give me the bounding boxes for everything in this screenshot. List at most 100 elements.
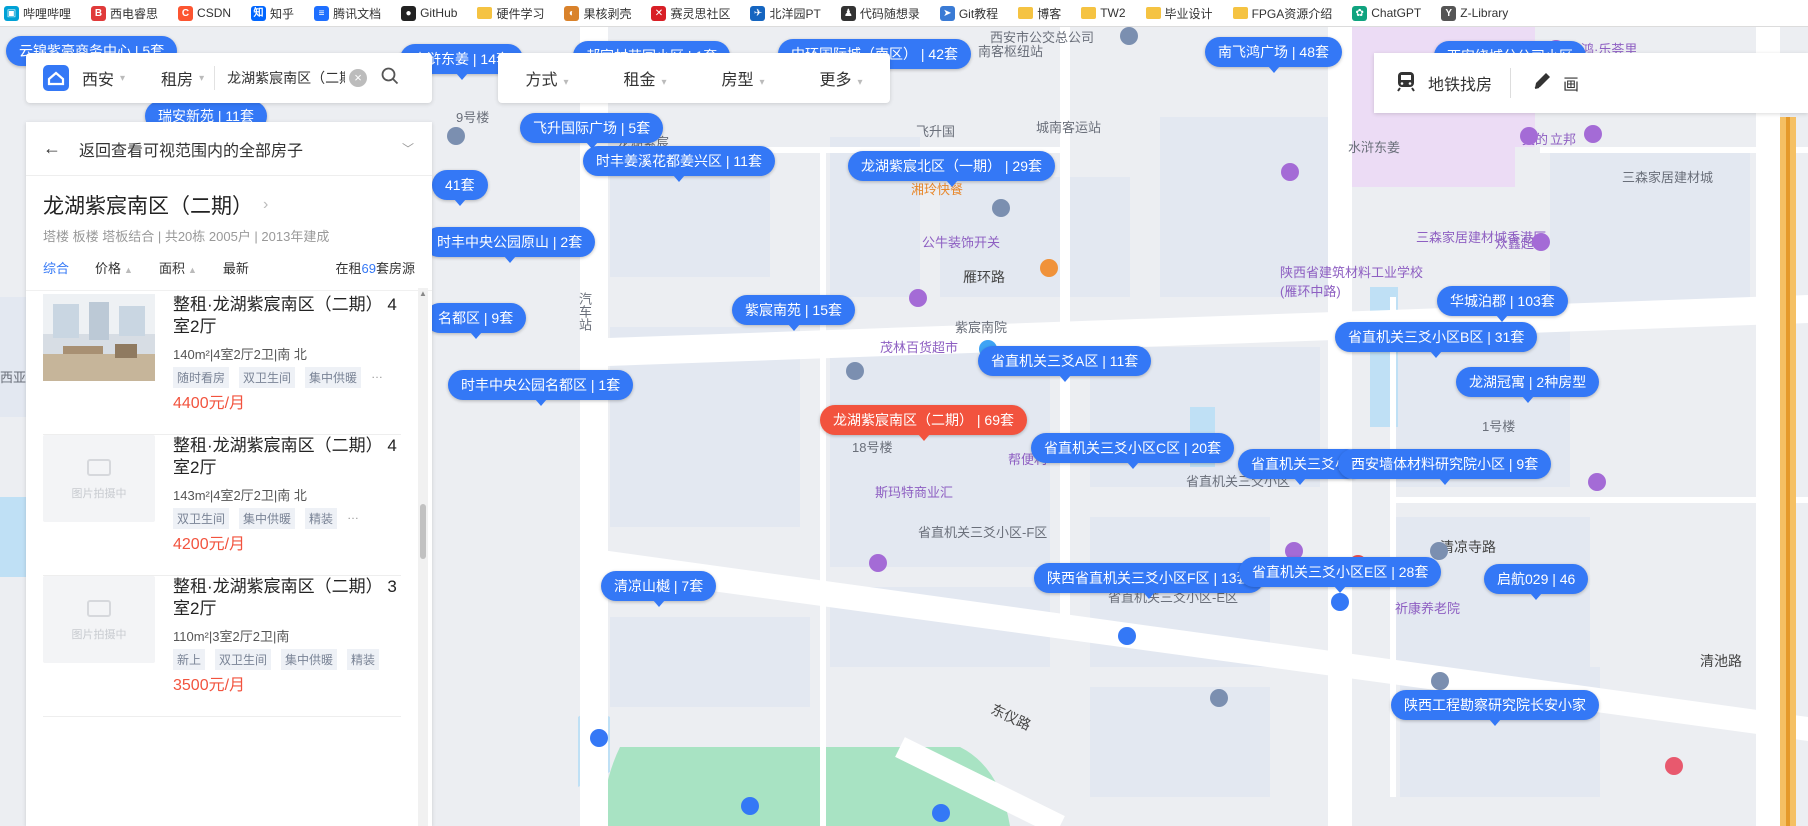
- poi-purple-icon[interactable]: [869, 554, 887, 572]
- listing-card[interactable]: 图片拍摄中 整租·龙湖紫宸南区（二期） 4室2厅 143m²|4室2厅2卫|南 北双…: [43, 435, 401, 576]
- poi-purple-icon[interactable]: [1281, 163, 1299, 181]
- sort-option-2[interactable]: 价格 ▲: [95, 258, 133, 277]
- building-icon[interactable]: [1430, 542, 1448, 560]
- community-marker[interactable]: 华城泊郡 | 103套: [1437, 286, 1568, 322]
- building-icon[interactable]: [1431, 672, 1449, 690]
- community-marker[interactable]: 龙湖冠寓 | 2种房型: [1456, 367, 1600, 403]
- search-icon[interactable]: [381, 67, 399, 90]
- count-value: 69: [361, 261, 376, 276]
- bookmark-item[interactable]: Y Z-Library: [1441, 5, 1508, 21]
- poi-purple-icon[interactable]: [1584, 125, 1602, 143]
- bookmark-item[interactable]: 博客: [1018, 5, 1061, 22]
- chevron-down-icon: ▾: [661, 77, 667, 88]
- community-marker[interactable]: 时丰中央公园原山 | 2套: [424, 227, 596, 263]
- community-marker[interactable]: 龙湖紫宸北区（一期） | 29套: [848, 151, 1055, 187]
- parking-icon[interactable]: [1331, 593, 1349, 611]
- community-marker[interactable]: 省直机关三爻A区 | 11套: [978, 346, 1152, 382]
- community-marker[interactable]: 41套: [432, 170, 488, 206]
- community-marker[interactable]: 西安墙体材料研究院小区 | 9套: [1338, 449, 1552, 485]
- chevron-down-icon[interactable]: ﹀: [402, 140, 414, 157]
- listing-photo[interactable]: 图片拍摄中: [43, 576, 155, 663]
- sort-option-1[interactable]: 综合: [43, 258, 69, 277]
- community-marker[interactable]: 陕西省直机关三爻小区F区 | 13套: [1034, 563, 1264, 599]
- bookmark-item[interactable]: ✕ 赛灵思社区: [651, 5, 730, 22]
- sort-arrows-icon: ▲: [187, 265, 197, 275]
- building-icon[interactable]: [1210, 689, 1228, 707]
- listing-title[interactable]: 整租·龙湖紫宸南区（二期） 4室2厅: [173, 294, 403, 338]
- sort-option-4[interactable]: 最新: [223, 258, 249, 277]
- filter-dropdown-1[interactable]: 方式 ▾: [498, 66, 596, 90]
- bookmark-item[interactable]: TW2: [1081, 6, 1126, 20]
- community-marker[interactable]: 南飞鸿广场 | 48套: [1205, 37, 1342, 73]
- poi-purple-icon[interactable]: [1520, 127, 1538, 145]
- bookmark-item[interactable]: FPGA资源介绍: [1232, 5, 1332, 22]
- community-marker[interactable]: 名都区 | 9套: [425, 303, 527, 339]
- community-marker[interactable]: 启航029 | 46: [1484, 564, 1589, 600]
- building-icon[interactable]: [447, 127, 465, 145]
- mode-dropdown[interactable]: 租房 ▾: [161, 66, 204, 90]
- bookmark-item[interactable]: ✈ 北洋园PT: [750, 5, 821, 22]
- bookmark-item[interactable]: C CSDN: [178, 5, 231, 21]
- more-tags-icon[interactable]: …: [371, 367, 383, 388]
- community-marker-active[interactable]: 龙湖紫宸南区（二期） | 69套: [820, 405, 1027, 441]
- filter-dropdown-3[interactable]: 房型 ▾: [694, 66, 792, 90]
- community-marker[interactable]: 飞升国际广场 | 5套: [520, 113, 664, 149]
- listing-card[interactable]: 图片拍摄中 整租·龙湖紫宸南区（二期） 3室2厅 110m²|3室2厅2卫|南 新上双…: [43, 576, 401, 717]
- bookmark-item[interactable]: ▣ 哔哩哔哩: [4, 5, 71, 22]
- scroll-up-icon[interactable]: ▲: [419, 289, 427, 298]
- listing-card[interactable]: 整租·龙湖紫宸南区（二期） 4室2厅 140m²|4室2厅2卫|南 北随时看房 双卫…: [43, 294, 401, 435]
- community-marker[interactable]: 清凉山樾 | 7套: [601, 571, 717, 607]
- poi-purple-icon[interactable]: [1588, 473, 1606, 491]
- bookmark-item[interactable]: ✿ ChatGPT: [1352, 5, 1421, 21]
- bookmark-item[interactable]: ● GitHub: [401, 5, 457, 21]
- draw-search-button[interactable]: 画: [1511, 70, 1579, 97]
- bookmark-item[interactable]: ≡ 腾讯文档: [314, 5, 381, 22]
- building-icon[interactable]: [992, 199, 1010, 217]
- listing-title[interactable]: 整租·龙湖紫宸南区（二期） 4室2厅: [173, 435, 403, 479]
- bookmark-item[interactable]: 毕业设计: [1145, 5, 1213, 22]
- parking-icon[interactable]: [1118, 627, 1136, 645]
- scrollbar[interactable]: ▲: [418, 288, 428, 826]
- community-marker[interactable]: 省直机关三爻小区C区 | 20套: [1031, 433, 1235, 469]
- food-icon[interactable]: [1040, 259, 1058, 277]
- express-icon[interactable]: [590, 729, 608, 747]
- zlibrary-icon: Y: [1441, 5, 1457, 21]
- bookmark-item[interactable]: B 西电睿思: [91, 5, 158, 22]
- poi-purple-icon[interactable]: [909, 289, 927, 307]
- building-icon[interactable]: [846, 362, 864, 380]
- filter-dropdown-4[interactable]: 更多 ▾: [792, 66, 890, 90]
- toilet-icon[interactable]: [932, 804, 950, 822]
- community-marker[interactable]: 省直机关三爻小区E区 | 28套: [1239, 557, 1442, 593]
- subway-search-button[interactable]: 地铁找房: [1374, 69, 1492, 98]
- community-marker[interactable]: 陕西工程勘察研究院长安小家: [1391, 690, 1599, 726]
- filter-dropdown-2[interactable]: 租金 ▾: [596, 66, 694, 90]
- community-marker[interactable]: 时丰姜溪花都姜兴区 | 11套: [583, 146, 775, 182]
- bookmark-item[interactable]: ♟ 代码随想录: [840, 5, 920, 22]
- toilet-icon[interactable]: [741, 797, 759, 815]
- sort-option-3[interactable]: 面积 ▲: [159, 258, 197, 277]
- sort-label: 最新: [222, 261, 249, 276]
- more-tags-icon[interactable]: …: [347, 508, 359, 529]
- listing-title[interactable]: 整租·龙湖紫宸南区（二期） 3室2厅: [173, 576, 403, 620]
- community-name-link[interactable]: 龙湖紫宸南区（二期） ›: [43, 190, 415, 220]
- bookmark-item[interactable]: 硬件学习: [477, 5, 544, 22]
- bookmark-item[interactable]: 知知乎: [251, 5, 294, 22]
- poi-purple-icon[interactable]: [1665, 757, 1683, 775]
- listing-photo[interactable]: [43, 294, 155, 381]
- city-dropdown[interactable]: 西安 ▾: [82, 66, 125, 90]
- bookmark-label: 果核剥壳: [583, 6, 632, 21]
- bilibili-icon: ▣: [4, 5, 19, 21]
- bookmark-item[interactable]: ➤ Git教程: [939, 5, 998, 22]
- bus-stop-icon[interactable]: [1120, 27, 1138, 45]
- clear-icon[interactable]: ×: [349, 69, 368, 87]
- back-to-all-button[interactable]: ← 返回查看可视范围内的全部房子 ﹀: [26, 122, 432, 176]
- community-marker[interactable]: 省直机关三爻小区B区 | 31套: [1335, 322, 1538, 358]
- poi-purple-icon[interactable]: [1532, 233, 1550, 251]
- scrollbar-thumb[interactable]: [420, 504, 426, 559]
- bookmark-label: 知乎: [270, 6, 295, 21]
- community-marker[interactable]: 时丰中央公园名都区 | 1套: [448, 370, 634, 406]
- search-input[interactable]: [227, 70, 346, 86]
- bookmark-item[interactable]: ◐ 果核剥壳: [564, 5, 631, 22]
- listing-photo[interactable]: 图片拍摄中: [43, 435, 155, 522]
- community-marker[interactable]: 紫宸南苑 | 15套: [732, 295, 855, 331]
